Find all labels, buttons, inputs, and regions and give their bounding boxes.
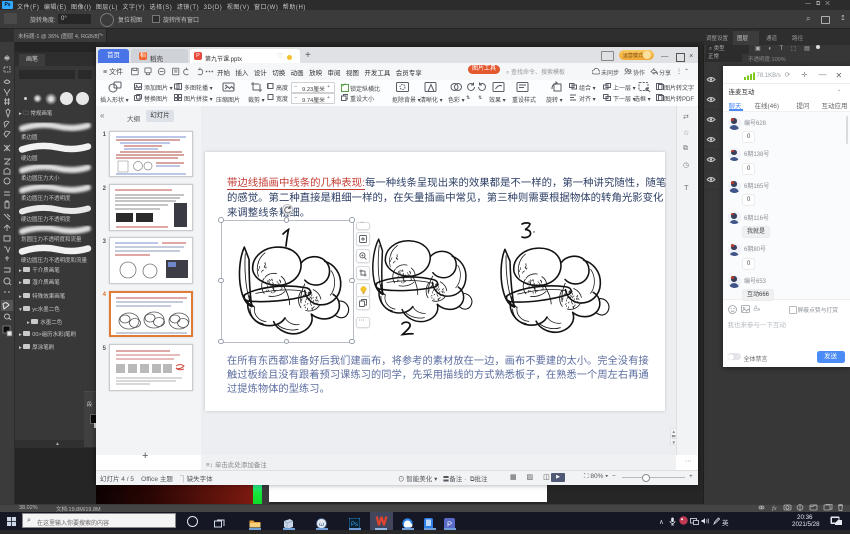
svg-text:P: P	[447, 519, 452, 528]
svg-text:Ps: Ps	[351, 522, 358, 528]
svg-text:fx: fx	[772, 505, 777, 511]
svg-text:ω: ω	[319, 521, 324, 528]
